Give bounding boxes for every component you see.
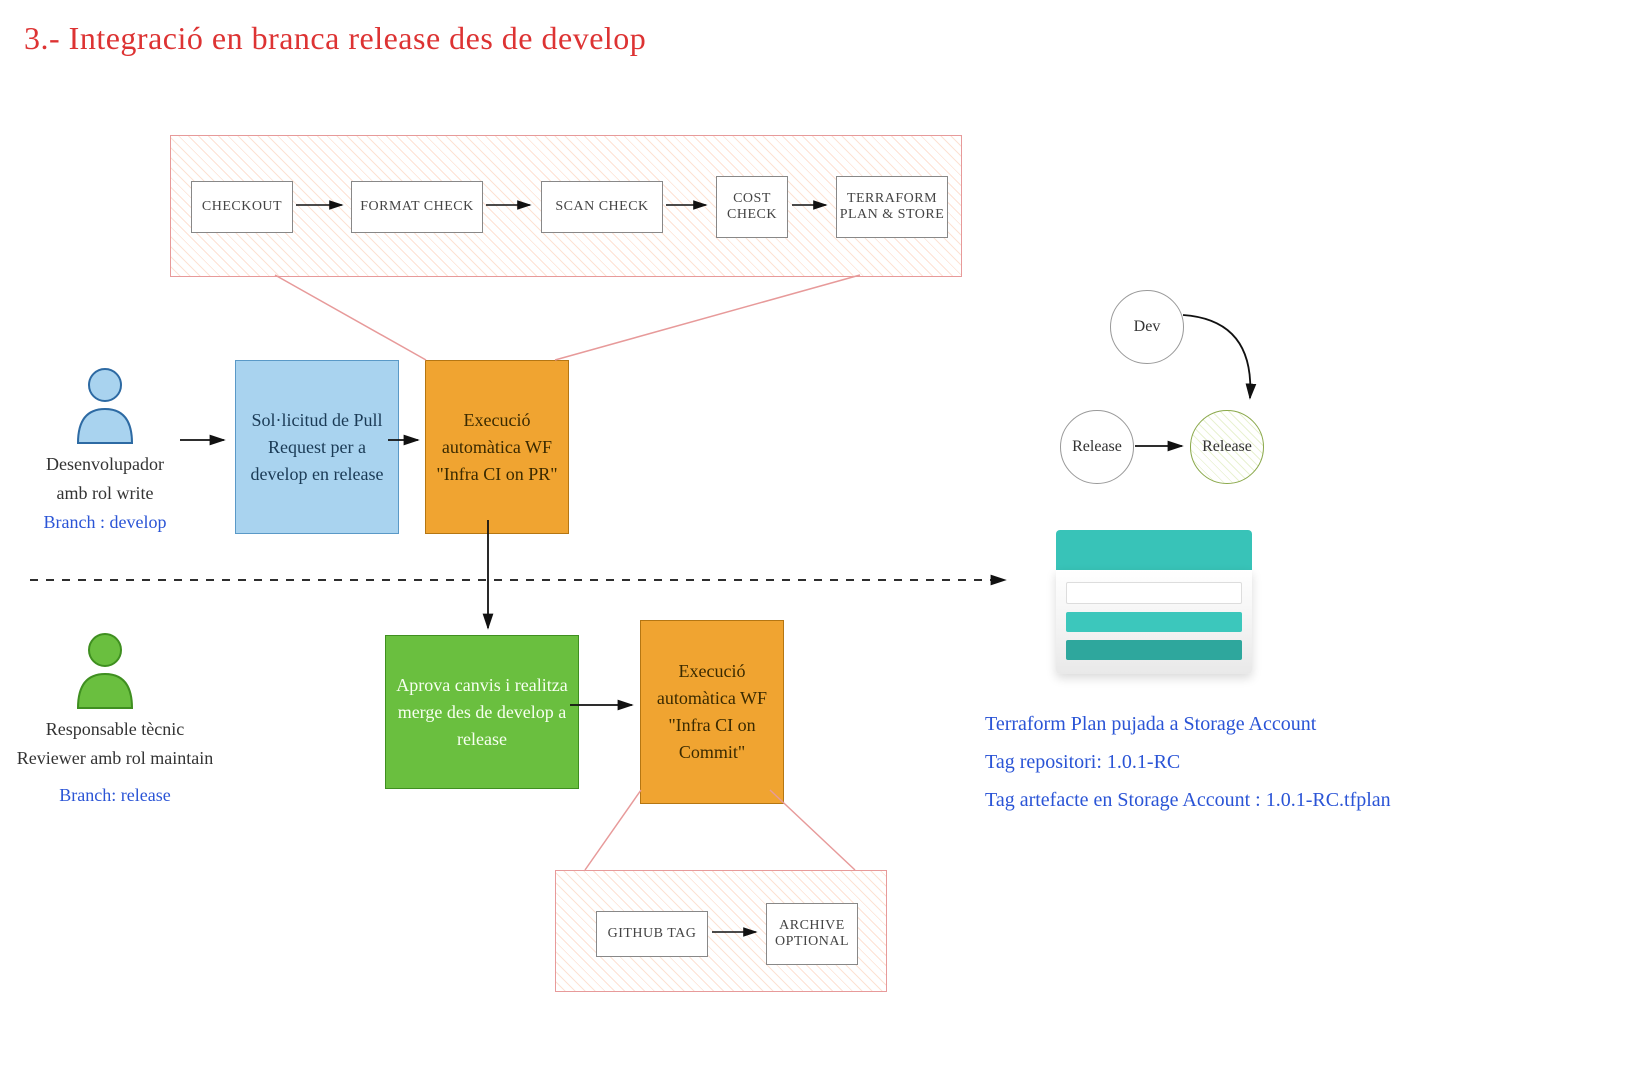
arrows-layer [0,0,1644,1082]
